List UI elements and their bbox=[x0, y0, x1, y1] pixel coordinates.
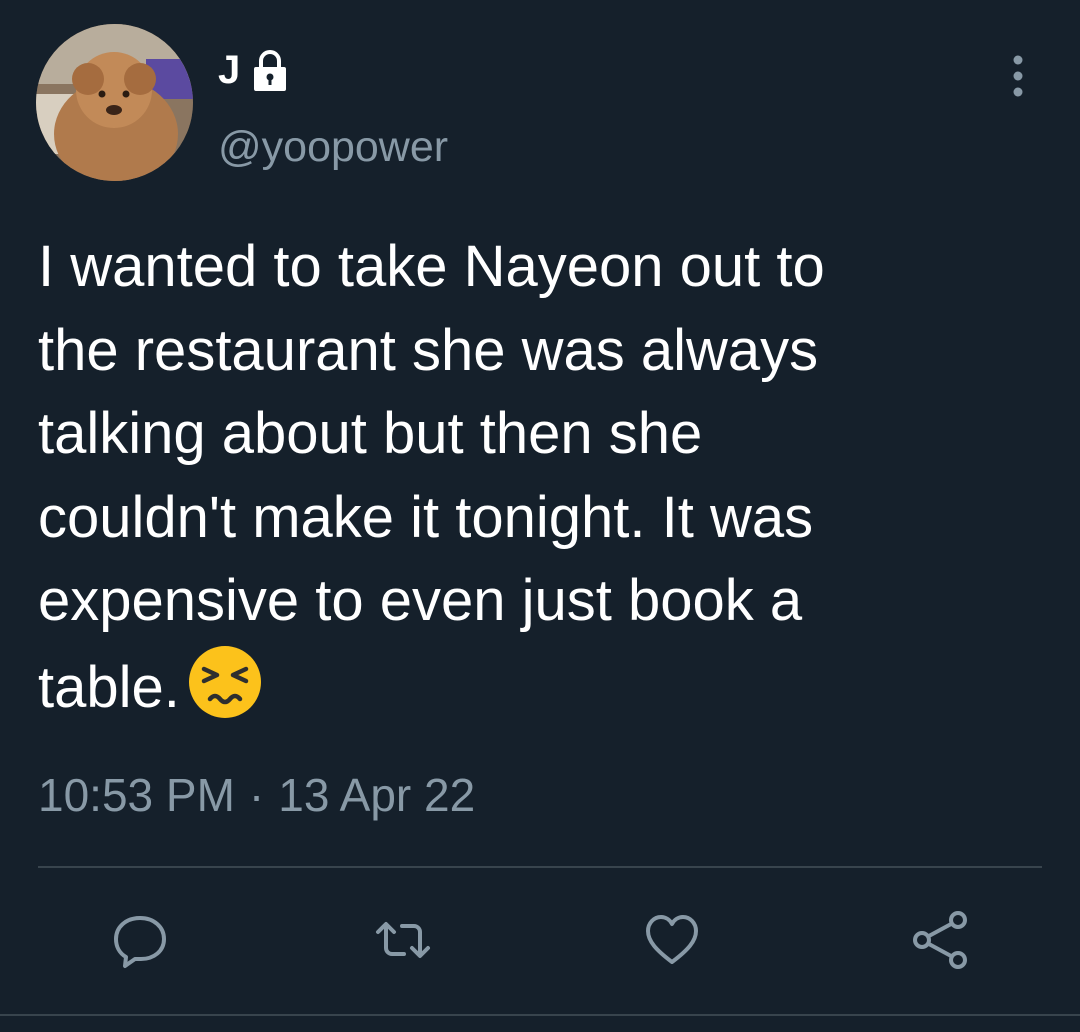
persevering-face-emoji bbox=[186, 643, 264, 721]
tweet-text: I wanted to take Nayeon out to the resta… bbox=[38, 225, 1048, 729]
tweet-date: 13 Apr 22 bbox=[278, 769, 476, 821]
tweet-detail: J @yoopower I wanted to take Nayeon out … bbox=[0, 0, 1080, 1032]
reply-icon bbox=[114, 916, 166, 968]
timestamp-separator: · bbox=[248, 769, 265, 821]
avatar-icon bbox=[36, 24, 193, 181]
author-handle[interactable]: @yoopower bbox=[218, 126, 448, 169]
avatar[interactable] bbox=[36, 24, 193, 181]
bottom-divider bbox=[0, 1014, 1080, 1016]
lock-icon bbox=[247, 47, 293, 93]
retweet-button[interactable] bbox=[363, 900, 443, 980]
reply-button[interactable] bbox=[100, 900, 180, 980]
divider bbox=[38, 866, 1042, 868]
action-bar bbox=[0, 900, 1080, 980]
tweet-time: 10:53 PM bbox=[38, 769, 235, 821]
display-name[interactable]: J bbox=[218, 50, 241, 90]
share-button[interactable] bbox=[900, 900, 980, 980]
share-icon bbox=[913, 911, 967, 969]
heart-icon bbox=[646, 915, 698, 964]
author-name-row[interactable]: J bbox=[218, 42, 293, 98]
tweet-timestamp[interactable]: 10:53 PM · 13 Apr 22 bbox=[38, 772, 475, 818]
tweet-text-content: I wanted to take Nayeon out to the resta… bbox=[38, 234, 825, 720]
like-button[interactable] bbox=[632, 900, 712, 980]
retweet-icon bbox=[376, 922, 430, 958]
more-vertical-icon[interactable] bbox=[1000, 52, 1036, 100]
